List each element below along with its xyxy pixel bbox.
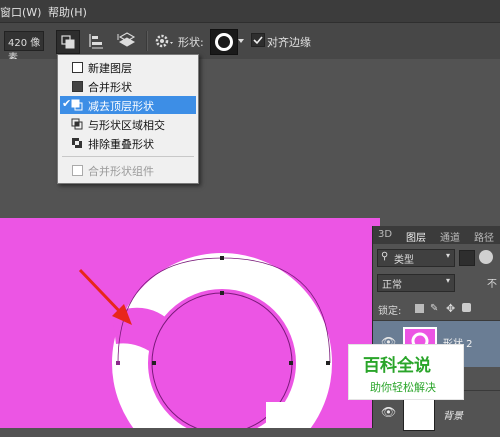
lock-position-icon[interactable]: ✥ (446, 302, 455, 315)
menu-item-label: 合并形状组件 (88, 165, 154, 178)
blend-mode-select[interactable]: 正常 ▾ (377, 274, 455, 292)
menu-item-merge-shape-components: 合并形状组件 (60, 161, 196, 179)
menu-item-exclude-overlapping-shapes[interactable]: 排除重叠形状 (60, 134, 196, 152)
anchor-point (116, 361, 120, 365)
chevron-down-icon: ▾ (445, 251, 450, 260)
menu-item-subtract-front-shape[interactable]: ✔ 减去顶层形状 (60, 96, 196, 114)
checkmark-icon (253, 36, 263, 45)
ring-bottom-segment (266, 402, 288, 428)
lock-label: 锁定: (378, 306, 402, 317)
filter-pixel-layers-button[interactable] (459, 250, 475, 266)
watermark-title: 百科全说 (363, 356, 431, 376)
menu-item-intersect-shape-areas[interactable]: 与形状区域相交 (60, 115, 196, 133)
anchor-point (289, 361, 293, 365)
watermark: 百科全说 助你轻松解决 (348, 344, 464, 400)
opacity-label: 不 (487, 279, 497, 290)
chevron-down-icon[interactable] (238, 39, 244, 43)
menu-item-new-layer[interactable]: 新建图层 (60, 58, 196, 76)
eye-icon[interactable]: 👁 (381, 405, 396, 419)
path-operations-menu: 新建图层 合并形状 ✔ 减去顶层形状 与形状区域相交 排除重叠形状 合并形状组件 (57, 54, 199, 184)
canvas-artwork (78, 253, 332, 428)
tab-3d[interactable]: 3D (378, 229, 392, 240)
blend-mode-value: 正常 (382, 280, 402, 291)
intersect-shape-areas-icon (71, 118, 83, 130)
path-operations-button[interactable] (56, 30, 80, 54)
path-alignment-button[interactable] (86, 30, 108, 52)
path-operations-icon (61, 35, 75, 49)
tab-channels[interactable]: 通道 (440, 229, 460, 244)
exclude-overlapping-shapes-icon (72, 138, 82, 148)
layer-thumbnail (403, 399, 435, 431)
layer-name: 背景 (443, 411, 463, 422)
menu-divider (62, 156, 194, 157)
new-layer-icon (72, 62, 83, 73)
watermark-subtitle: 助你轻松解决 (370, 381, 436, 394)
path-arrangement-icon (117, 32, 136, 47)
red-arrow-line (78, 268, 126, 318)
tab-paths[interactable]: 路径 (474, 229, 494, 244)
panel-tabs: 3D 图层 通道 路径 (373, 226, 500, 244)
merge-shape-components-icon (72, 165, 83, 176)
anchor-point (220, 291, 224, 295)
menu-item-label: 与形状区域相交 (88, 119, 165, 132)
path-alignment-icon (89, 34, 103, 49)
menu-bar: 窗口(W) 帮助(H) (0, 0, 500, 22)
align-edges-label: 对齐边缘 (267, 36, 311, 49)
toolbar-separator (146, 31, 148, 51)
ring-shape-icon (215, 33, 233, 51)
menu-item-label: 合并形状 (88, 81, 132, 94)
menu-item-label: 排除重叠形状 (88, 138, 154, 151)
tab-layers[interactable]: 图层 (406, 229, 426, 244)
anchor-point (326, 361, 330, 365)
menu-window[interactable]: 窗口(W) (0, 4, 41, 20)
shape-picker[interactable] (210, 29, 238, 55)
combine-shapes-icon (72, 81, 83, 92)
shape-label: 形状: (178, 36, 204, 49)
checkmark-icon: ✔ (62, 97, 72, 110)
lock-transparent-icon[interactable] (415, 304, 424, 313)
menu-item-label: 新建图层 (88, 62, 132, 75)
layer-filter-select[interactable]: ⚲ 类型 ▾ (377, 249, 455, 267)
lock-all-icon[interactable] (462, 303, 471, 312)
geometry-options-button[interactable] (152, 30, 174, 52)
lock-pixels-icon[interactable]: ✎ (430, 303, 438, 314)
gear-icon (155, 34, 173, 48)
menu-item-combine-shapes[interactable]: 合并形状 (60, 77, 196, 95)
search-icon: ⚲ (381, 251, 389, 262)
filter-adjustment-layers-button[interactable] (479, 250, 493, 264)
anchor-point (152, 361, 156, 365)
anchor-point (220, 256, 224, 260)
path-arrangement-button[interactable] (116, 30, 138, 52)
filter-kind-value: 类型 (394, 255, 414, 266)
width-field[interactable]: 420 像素 (4, 31, 44, 64)
chevron-down-icon: ▾ (445, 276, 450, 285)
canvas[interactable] (0, 218, 380, 428)
subtract-front-shape-icon (71, 99, 83, 111)
align-edges-checkbox[interactable] (251, 33, 265, 47)
menu-item-label: 减去顶层形状 (88, 100, 154, 113)
menu-help[interactable]: 帮助(H) (48, 4, 87, 20)
